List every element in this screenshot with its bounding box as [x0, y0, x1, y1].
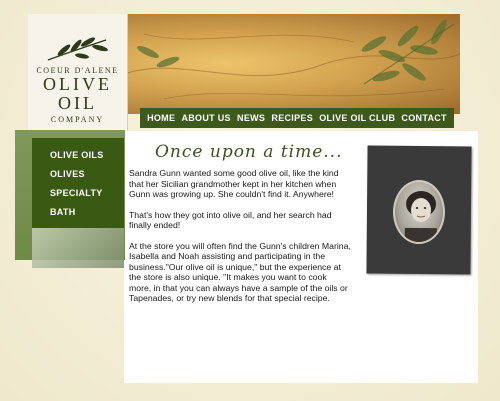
sidebar-menu: OLIVE OILS OLIVES SPECIALTY BATH — [32, 138, 124, 228]
nav-olive-oil-club[interactable]: OLIVE OIL CLUB — [319, 113, 395, 123]
logo-line-3: OIL — [58, 93, 97, 113]
sidebar-item-olives[interactable]: OLIVES — [50, 165, 124, 184]
page-title: Once upon a time... — [155, 142, 343, 162]
nav-home[interactable]: HOME — [147, 113, 175, 123]
paragraph: Sandra Gunn wanted some good olive oil, … — [129, 168, 339, 199]
logo[interactable]: COEUR D'ALENE OLIVE OIL COMPANY — [28, 14, 128, 137]
sidebar-decorative-image — [32, 228, 124, 268]
paragraph: At the store you will often find the Gun… — [129, 240, 351, 304]
nav-contact[interactable]: CONTACT — [401, 113, 446, 123]
nav-news[interactable]: NEWS — [237, 113, 265, 123]
portrait-image — [392, 179, 446, 245]
header-banner-image — [124, 14, 460, 114]
sidebar-item-olive-oils[interactable]: OLIVE OILS — [50, 146, 124, 165]
article-body: Sandra Gunn wanted some good olive oil, … — [129, 168, 351, 314]
nav-recipes[interactable]: RECIPES — [271, 113, 313, 123]
sidebar-item-specialty[interactable]: SPECIALTY — [50, 184, 124, 203]
vintage-photo — [366, 145, 472, 275]
logo-line-2: OLIVE — [43, 74, 112, 94]
sidebar-item-bath[interactable]: BATH — [50, 203, 124, 222]
main-nav: HOME ABOUT US NEWS RECIPES OLIVE OIL CLU… — [140, 108, 454, 128]
olive-branch-icon — [47, 37, 108, 61]
nav-about-us[interactable]: ABOUT US — [181, 113, 230, 123]
paragraph: That's how they got into olive oil, and … — [129, 209, 332, 231]
logo-line-4: COMPANY — [50, 115, 105, 124]
